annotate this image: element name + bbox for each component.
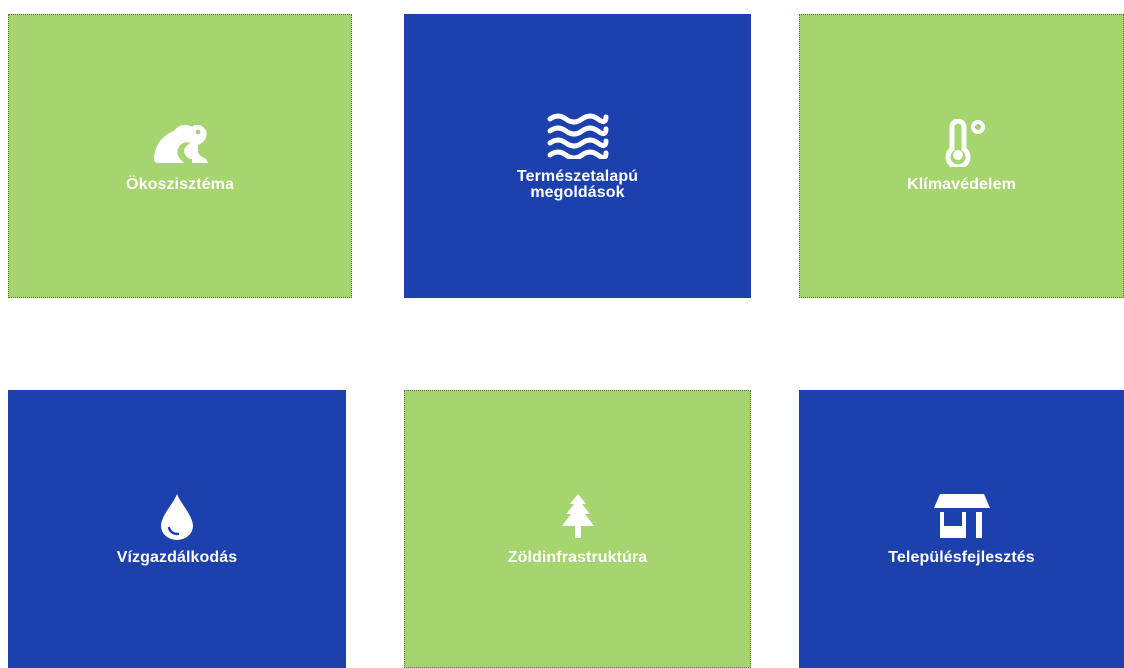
tile-vizgazdalkodas[interactable]: Vízgazdálkodás: [8, 390, 346, 668]
tile-label: Klímavédelem: [907, 176, 1016, 193]
tile-telepulesfejlesztes[interactable]: Településfejlesztés: [799, 390, 1124, 668]
tile-label: Településfejlesztés: [888, 549, 1035, 566]
pine-tree-icon: [546, 492, 610, 540]
tile-label: Zöldinfrastruktúra: [507, 549, 648, 566]
tile-label: Ökoszisztéma: [126, 176, 234, 193]
tile-zoldinfrastruktura[interactable]: Zöldinfrastruktúra: [404, 390, 751, 668]
tile-klimavedelem[interactable]: Klímavédelem: [799, 14, 1124, 298]
frog-icon: [148, 119, 212, 167]
storefront-icon: [930, 492, 994, 540]
water-drop-icon: [145, 492, 209, 540]
tile-termeszetalapu-megoldasok[interactable]: Természetalapú megoldások: [404, 14, 751, 298]
water-waves-icon: [546, 111, 610, 159]
tile-label: Természetalapú megoldások: [516, 168, 639, 201]
tile-okoszisztema[interactable]: Ökoszisztéma: [8, 14, 352, 298]
category-grid: Ökoszisztéma Természetalapú megoldások K…: [0, 0, 1124, 668]
tile-label: Vízgazdálkodás: [116, 549, 238, 566]
thermometer-icon: [930, 119, 994, 167]
